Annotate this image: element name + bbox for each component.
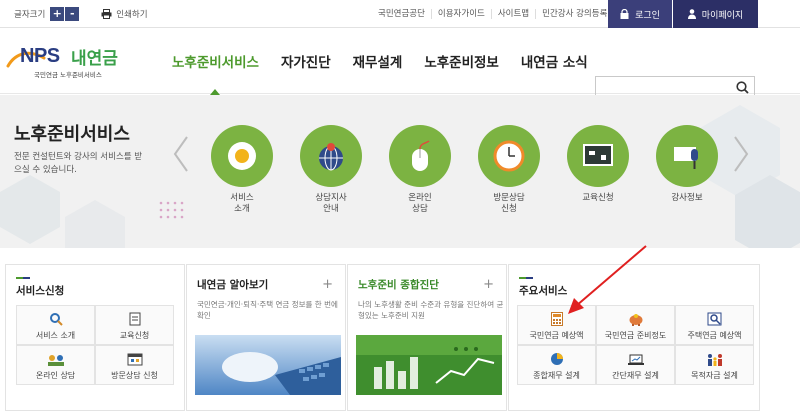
panel-my-pension-more[interactable]: +: [322, 277, 333, 292]
main-nav: 노후준비서비스 자가진단 재무설계 노후준비정보 내연금 소식: [172, 28, 610, 95]
pie-chart-icon: [550, 353, 563, 365]
main-pension-estimate-label: 국민연금 예상액: [529, 331, 584, 340]
link-sitemap[interactable]: 사이트맵: [490, 9, 535, 19]
service-branch-info-label: 상담지사 안내: [315, 193, 347, 214]
family-icon: [707, 354, 722, 366]
hero-title: 노후준비서비스: [14, 124, 130, 145]
main-total-finance[interactable]: 종합재무 설계: [517, 345, 596, 385]
logo-nps: NPS: [20, 45, 60, 67]
logo-subtitle: 국민연금 노후준비서비스: [34, 71, 102, 79]
next-arrow-icon[interactable]: [732, 135, 750, 173]
panel-service-apply: 서비스신청 서비스 소개 교육신청 온라인 상담 방문상담 신청: [5, 264, 185, 411]
mouse-keyboard-image-icon: [195, 335, 341, 395]
service-visit-consult[interactable]: 방문상담 신청: [477, 125, 541, 215]
notebook-icon: [129, 312, 140, 326]
header: NPS 내연금 국민연금 노후준비서비스 노후준비서비스 자가진단 재무설계 노…: [0, 28, 800, 100]
people-icon: [47, 355, 64, 366]
title-accent: [16, 277, 30, 279]
apply-online-consult[interactable]: 온라인 상담: [16, 345, 95, 385]
nav-financial-planning[interactable]: 재무설계: [353, 28, 403, 94]
apply-education-label: 교육신청: [119, 331, 150, 340]
login-button[interactable]: 로그인: [608, 0, 672, 28]
service-education-label: 교육신청: [582, 193, 614, 203]
user-icon: [687, 9, 696, 19]
laptop-icon: [627, 354, 644, 365]
panel-my-pension-desc: 국민연금·개인·퇴직·주택 연금 정보를 한 번에 확인: [197, 300, 338, 320]
print-button[interactable]: 인쇄하기: [101, 8, 148, 20]
login-label: 로그인: [635, 10, 660, 21]
main-purpose-fund[interactable]: 목적자금 설계: [675, 345, 754, 385]
main-purpose-fund-label: 목적자금 설계: [691, 371, 738, 380]
service-intro-label: 서비스 소개: [230, 193, 254, 214]
service-visit-consult-label: 방문상담 신청: [493, 193, 525, 214]
panel-diagnosis-more[interactable]: +: [483, 277, 494, 292]
calendar-icon: [127, 353, 142, 366]
title-accent: [519, 277, 533, 279]
board-icon: [567, 125, 629, 187]
globe-pin-icon: [300, 125, 362, 187]
nav-self-diagnosis[interactable]: 자가진단: [281, 28, 331, 94]
main-simple-finance[interactable]: 간단재무 설계: [596, 345, 675, 385]
main-total-finance-label: 종합재무 설계: [533, 371, 580, 380]
main-housing-pension-label: 주택연금 예상액: [687, 331, 742, 340]
utility-bar: 글자크기 + - 인쇄하기 국민연금공단 이용자가이드 사이트맵 민간강사 강의…: [0, 0, 800, 28]
panel-service-apply-title: 서비스신청: [16, 285, 65, 297]
apply-education[interactable]: 교육신청: [95, 305, 174, 345]
quick-panels: 서비스신청 서비스 소개 교육신청 온라인 상담 방문상담 신청 내연금 알아보…: [5, 264, 800, 411]
lock-icon: [620, 9, 629, 19]
apply-visit-consult-label: 방문상담 신청: [111, 371, 158, 380]
nav-news[interactable]: 내연금 소식: [521, 28, 588, 94]
link-lecturer-register[interactable]: 민간강사 강의등록: [535, 9, 613, 19]
main-housing-pension[interactable]: 주택연금 예상액: [675, 305, 754, 345]
dot-pattern-icon: [159, 201, 184, 219]
main-simple-finance-label: 간단재무 설계: [612, 371, 659, 380]
service-lecturer-info-label: 강사정보: [671, 193, 703, 203]
link-user-guide[interactable]: 이용자가이드: [430, 9, 491, 19]
main-pension-readiness-label: 국민연금 준비정도: [604, 331, 667, 340]
panel-main-services-title: 주요서비스: [519, 285, 568, 297]
nav-retirement-services[interactable]: 노후준비서비스: [172, 28, 259, 95]
hero-description: 전문 컨설턴트와 강사의 서비스를 받으실 수 있습니다.: [14, 152, 143, 175]
hero-banner: 노후준비서비스 전문 컨설턴트와 강사의 서비스를 받으실 수 있습니다. 서비…: [0, 95, 800, 248]
panel-diagnosis[interactable]: 노후준비 종합진단 + 나의 노후생활 준비 수준과 유형을 진단하여 균형있는…: [347, 264, 507, 411]
egg-icon: [211, 125, 273, 187]
mypage-button[interactable]: 마이페이지: [673, 0, 758, 28]
mypage-label: 마이페이지: [701, 10, 744, 21]
panel-diagnosis-desc: 나의 노후생활 준비 수준과 유형을 진단하여 균형있는 노후준비 지원: [358, 300, 504, 320]
service-branch-info[interactable]: 상담지사 안내: [299, 125, 363, 215]
house-search-icon: [707, 312, 721, 326]
font-size-label: 글자크기: [14, 9, 46, 20]
printer-icon: [101, 8, 112, 19]
apply-service-intro-label: 서비스 소개: [35, 331, 76, 340]
annotation-arrow-icon: [568, 245, 647, 314]
mouse-icon: [389, 125, 451, 187]
calculator-icon: [550, 312, 563, 326]
service-education[interactable]: 교육신청: [566, 125, 630, 204]
apply-service-intro[interactable]: 서비스 소개: [16, 305, 95, 345]
service-online-consult-label: 온라인 상담: [408, 193, 432, 214]
search-icon[interactable]: [736, 81, 749, 94]
service-intro[interactable]: 서비스 소개: [210, 125, 274, 215]
logo-name: 내연금: [71, 49, 118, 69]
nav-retirement-info[interactable]: 노후준비정보: [424, 28, 499, 94]
site-logo[interactable]: NPS 내연금 국민연금 노후준비서비스: [6, 42, 146, 82]
panel-my-pension-title: 내연금 알아보기: [197, 279, 269, 291]
magnifier-icon: [49, 313, 63, 326]
service-lecturer-info[interactable]: 강사정보: [655, 125, 719, 204]
microphone-icon: [656, 125, 718, 187]
prev-arrow-icon[interactable]: [172, 135, 190, 173]
clock-icon: [478, 125, 540, 187]
link-nps[interactable]: 국민연금공단: [372, 9, 431, 19]
utility-links: 국민연금공단 이용자가이드 사이트맵 민간강사 강의등록: [372, 0, 613, 28]
chart-image-icon: [356, 335, 502, 395]
font-size-increase-button[interactable]: +: [50, 6, 65, 21]
print-label: 인쇄하기: [116, 9, 148, 20]
font-size-decrease-button[interactable]: -: [65, 6, 80, 21]
service-online-consult[interactable]: 온라인 상담: [388, 125, 452, 215]
panel-my-pension[interactable]: 내연금 알아보기 + 국민연금·개인·퇴직·주택 연금 정보를 한 번에 확인: [186, 264, 346, 411]
apply-visit-consult[interactable]: 방문상담 신청: [95, 345, 174, 385]
apply-online-consult-label: 온라인 상담: [35, 371, 76, 380]
panel-diagnosis-title: 노후준비 종합진단: [358, 279, 439, 291]
